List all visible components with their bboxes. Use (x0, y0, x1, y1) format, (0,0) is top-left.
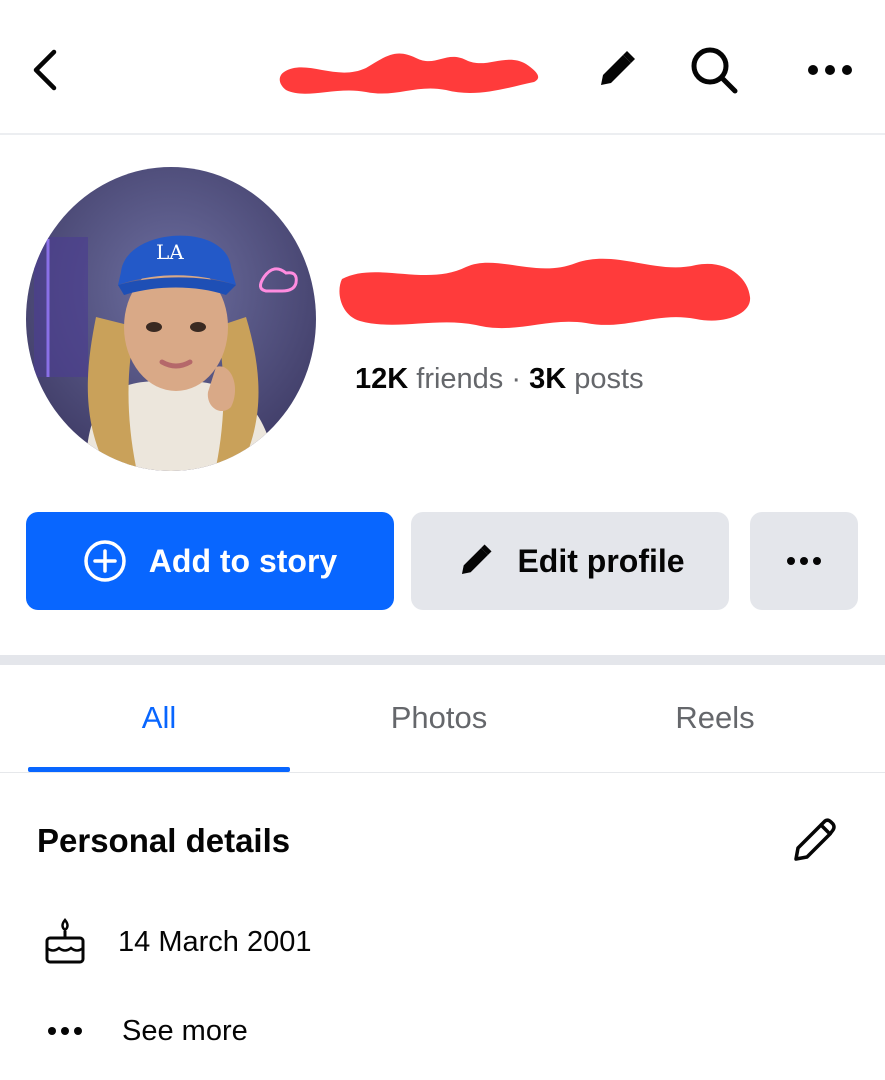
active-tab-indicator (28, 767, 290, 772)
friends-label[interactable]: friends (416, 363, 503, 395)
tab-all[interactable]: All (28, 665, 290, 771)
back-button[interactable] (20, 40, 70, 100)
top-bar (0, 0, 885, 135)
section-divider (0, 655, 885, 665)
more-horizontal-icon (40, 1006, 90, 1056)
posts-label: posts (574, 363, 644, 395)
tab-reels[interactable]: Reels (584, 665, 846, 771)
svg-text:LA: LA (156, 240, 184, 264)
see-more-row[interactable]: See more (0, 996, 885, 1066)
redacted-profile-title (276, 38, 550, 102)
more-options-button[interactable] (800, 40, 860, 100)
tab-photos[interactable]: Photos (308, 665, 570, 771)
edit-button[interactable] (588, 40, 644, 100)
stats-separator: · (511, 363, 522, 395)
edit-profile-button[interactable]: Edit profile (411, 512, 729, 610)
see-more-label: See more (122, 1014, 248, 1047)
personal-details-title: Personal details (37, 822, 291, 859)
pencil-icon (601, 51, 635, 85)
birthday-text: 14 March 2001 (118, 925, 312, 958)
more-horizontal-icon (787, 557, 821, 565)
avatar[interactable]: LA (26, 167, 316, 471)
pencil-outline-icon (794, 818, 836, 861)
more-horizontal-icon (808, 65, 852, 75)
add-to-story-button[interactable]: Add to story (26, 512, 394, 610)
search-button[interactable] (684, 40, 744, 100)
search-icon (691, 47, 738, 94)
edit-profile-label: Edit profile (517, 542, 685, 579)
profile-stats: 12K friends · 3K posts (355, 363, 644, 396)
add-circle-icon (83, 539, 127, 583)
edit-details-button[interactable] (784, 810, 840, 870)
pencil-icon (455, 541, 495, 581)
birthday-row: 14 March 2001 (0, 907, 885, 977)
profile-header: LA 12K friends · 3K posts Add to story E… (0, 137, 885, 657)
profile-more-button[interactable] (750, 512, 858, 610)
add-to-story-label: Add to story (148, 542, 338, 579)
posts-count: 3K (529, 363, 567, 395)
profile-tabs: All Photos Reels (0, 665, 885, 773)
birthday-cake-icon (40, 917, 90, 967)
chevron-left-icon (33, 49, 57, 91)
redacted-profile-name (336, 239, 756, 339)
friends-count: 12K (355, 363, 409, 395)
